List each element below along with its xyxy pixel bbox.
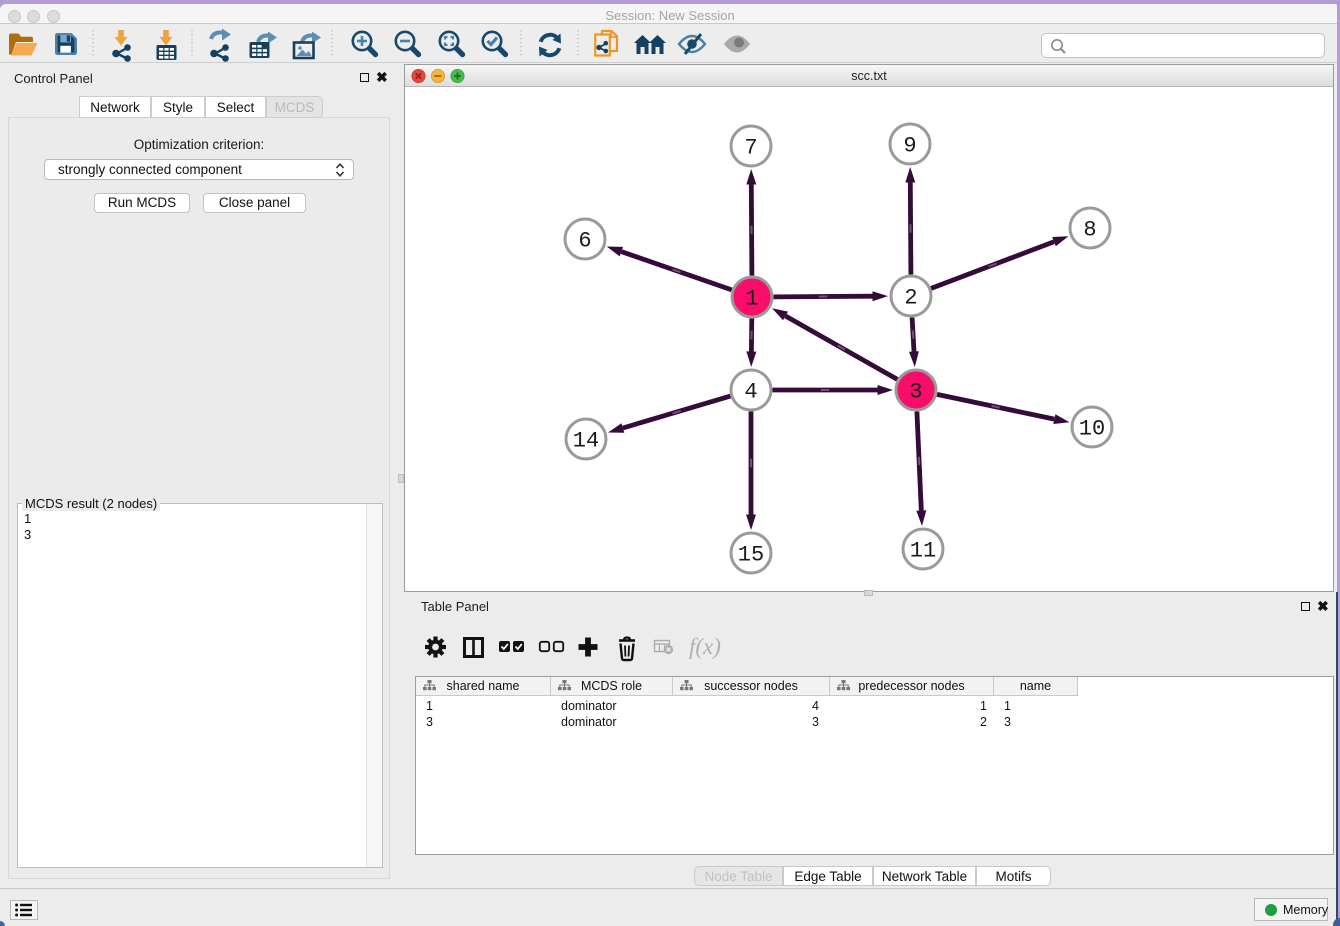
svg-text:10: 10	[1079, 417, 1105, 442]
svg-text:11: 11	[910, 539, 936, 564]
svg-text:14: 14	[573, 429, 599, 454]
svg-text:3: 3	[909, 380, 922, 405]
svg-text:2: 2	[904, 286, 917, 311]
svg-text:4: 4	[744, 380, 757, 405]
svg-text:15: 15	[738, 543, 764, 568]
svg-text:6: 6	[578, 229, 591, 254]
svg-text:8: 8	[1083, 218, 1096, 243]
svg-text:1: 1	[745, 287, 758, 312]
svg-text:7: 7	[744, 136, 757, 161]
svg-text:9: 9	[903, 134, 916, 159]
svg-text:f(x): f(x)	[689, 634, 721, 659]
